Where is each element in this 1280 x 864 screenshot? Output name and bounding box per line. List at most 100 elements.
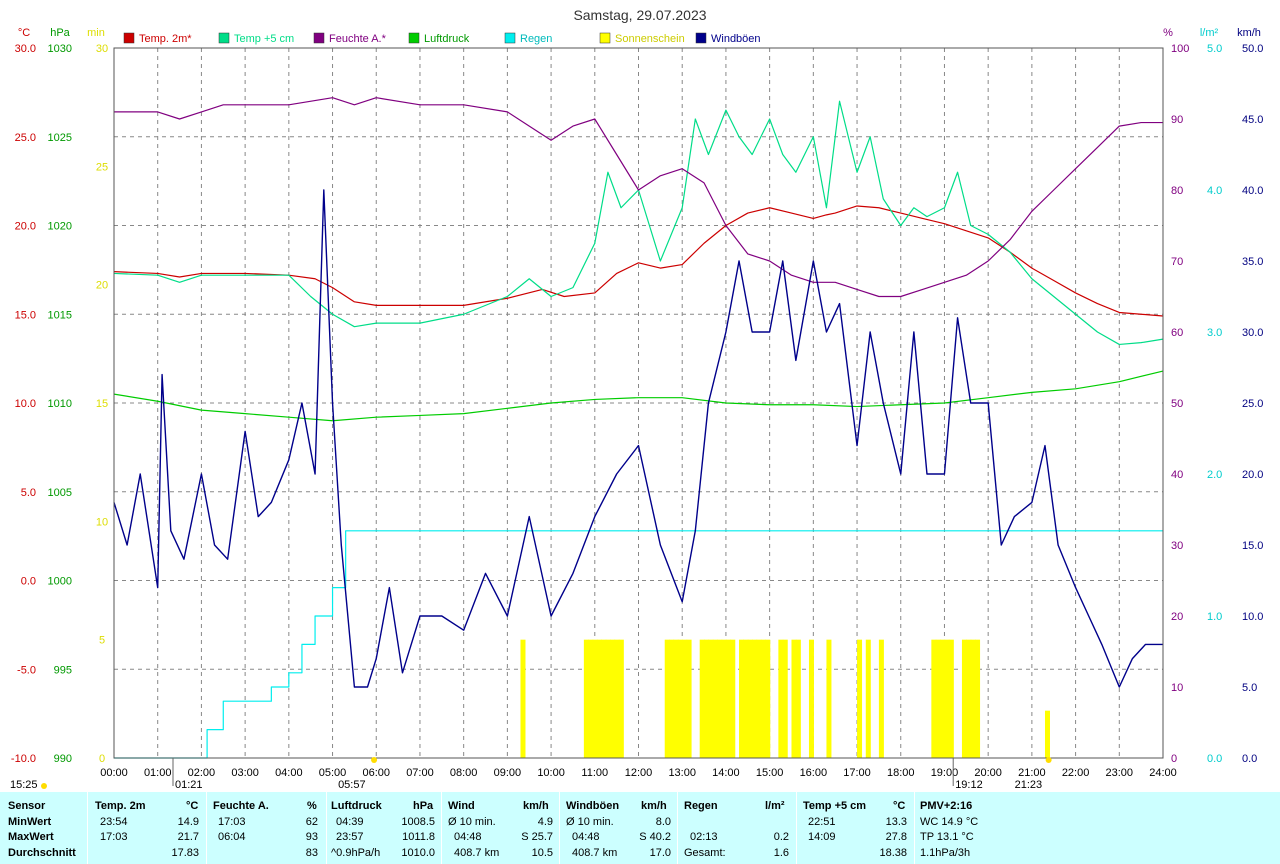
hdr-temp2m: Temp. 2m (95, 800, 146, 812)
x-tick: 21:00 (1018, 767, 1046, 779)
sun-unit: min (87, 27, 105, 39)
hdr-wind-unit: km/h (523, 800, 549, 812)
sunshine-bar (717, 639, 723, 758)
sunshine-bar (686, 639, 692, 758)
sunshine-bar (520, 639, 526, 758)
sunset-label: 21:23 (1015, 779, 1043, 791)
moonset-label: 01:21 (175, 779, 203, 791)
pmv-r2: TP 13.1 °C (920, 831, 974, 843)
hdr-humidity-unit: % (307, 800, 317, 812)
sunshine-bar (747, 639, 753, 758)
gust-r1a: Ø 10 min. (566, 816, 614, 828)
temp-tick: 5.0 (21, 487, 36, 499)
pmv-r1: WC 14.9 °C (920, 816, 979, 828)
x-tick: 02:00 (188, 767, 216, 779)
x-tick: 07:00 (406, 767, 434, 779)
wind-r2a: 04:48 (454, 831, 482, 843)
x-tick: 01:00 (144, 767, 172, 779)
hdr-humidity: Feuchte A. (213, 800, 269, 812)
sunrise-label: 05:57 (338, 779, 366, 791)
gust-r1b: 8.0 (655, 816, 671, 828)
pressure-tick: 990 (54, 753, 72, 765)
legend-swatch (504, 32, 516, 44)
rain-tick: 2.0 (1207, 469, 1222, 481)
sun-tick: 25 (96, 161, 108, 173)
sunshine-bar (739, 639, 745, 758)
wind-tick: 15.0 (1242, 540, 1263, 552)
row-avg-label: Durchschnitt (8, 847, 76, 859)
sunrise-icon (371, 757, 378, 763)
sunshine-bar (975, 639, 981, 758)
humidity-tick: 10 (1171, 682, 1183, 694)
sunshine-bar (826, 639, 832, 758)
humidity-tick: 30 (1171, 540, 1183, 552)
legend-label: Temp. 2m* (139, 33, 192, 45)
sunshine-bar (756, 639, 762, 758)
x-tick: 05:00 (319, 767, 347, 779)
sunshine-bar (743, 639, 749, 758)
rain-max-time: 02:13 (690, 831, 718, 843)
x-tick: 08:00 (450, 767, 478, 779)
hdr-sensor: Sensor (8, 800, 46, 812)
temp2m-min-time: 23:54 (100, 816, 128, 828)
rain-total: 1.6 (773, 847, 789, 859)
temp2m-avg: 17.83 (171, 847, 199, 859)
chart-title: Samstag, 29.07.2023 (573, 7, 706, 23)
wind-tick: 0.0 (1242, 753, 1257, 765)
sunshine-bar (699, 639, 705, 758)
legend-label: Windböen (711, 33, 761, 45)
wind-r3b: 10.5 (531, 847, 553, 859)
sunshine-bar (970, 639, 976, 758)
humidity-tick: 70 (1171, 256, 1183, 268)
sunshine-bar (795, 639, 801, 758)
temp-tick: 0.0 (21, 576, 36, 588)
sunshine-bar (944, 639, 950, 758)
pressure-avg: 1010.0 (401, 847, 435, 859)
wind-r3a: 408.7 km (454, 847, 500, 859)
sunshine-bar (791, 639, 797, 758)
temp-unit: °C (18, 27, 30, 39)
sunshine-bar (605, 639, 611, 758)
hdr-temp5-unit: °C (893, 800, 906, 812)
humidity-tick: 50 (1171, 398, 1183, 410)
weather-chart: Samstag, 29.07.2023 30.0 25.0 20.0 15.0 10.0… (0, 0, 1280, 792)
hdr-temp5: Temp +5 cm (803, 800, 867, 812)
hdr-pressure-unit: hPa (413, 800, 434, 812)
x-tick: 11:00 (581, 767, 608, 779)
legend-label: Temp +5 cm (234, 33, 294, 45)
sunshine-bar (752, 639, 758, 758)
sunshine-bar (677, 639, 683, 758)
sunshine-bar (708, 639, 714, 758)
x-tick: 24:00 (1149, 767, 1177, 779)
pressure-min-time: 04:39 (336, 816, 364, 828)
wind-r1a: Ø 10 min. (448, 816, 496, 828)
temp2m-max-time: 17:03 (100, 831, 128, 843)
humidity-tick: 20 (1171, 611, 1183, 623)
x-tick: 22:00 (1062, 767, 1090, 779)
sunshine-bars (520, 639, 1050, 758)
pressure-min: 1008.5 (401, 816, 435, 828)
x-tick: 03:00 (231, 767, 259, 779)
legend-swatch (408, 32, 420, 44)
sunset-icon (1045, 757, 1052, 763)
sunshine-bar (618, 639, 624, 758)
sun-tick: 30 (96, 43, 108, 55)
temp5-min-time: 22:51 (808, 816, 836, 828)
legend-label: Luftdruck (424, 33, 470, 45)
pressure-tick: 1000 (48, 576, 72, 588)
sunshine-bar (857, 639, 863, 758)
sunshine-bar (588, 639, 594, 758)
sunshine-bar (601, 639, 607, 758)
sunshine-bar (596, 639, 602, 758)
pressure-tick: 995 (54, 664, 72, 676)
hdr-pressure: Luftdruck (331, 800, 382, 812)
wind-tick: 35.0 (1242, 256, 1263, 268)
wind-tick: 40.0 (1242, 185, 1263, 197)
pressure-tick: 1005 (48, 487, 72, 499)
wind-tick: 50.0 (1242, 43, 1263, 55)
sunshine-bar (664, 639, 670, 758)
hdr-pmv: PMV+2:16 (920, 800, 973, 812)
sunshine-bar (808, 639, 814, 758)
sunshine-bar (610, 639, 616, 758)
x-tick: 13:00 (668, 767, 696, 779)
